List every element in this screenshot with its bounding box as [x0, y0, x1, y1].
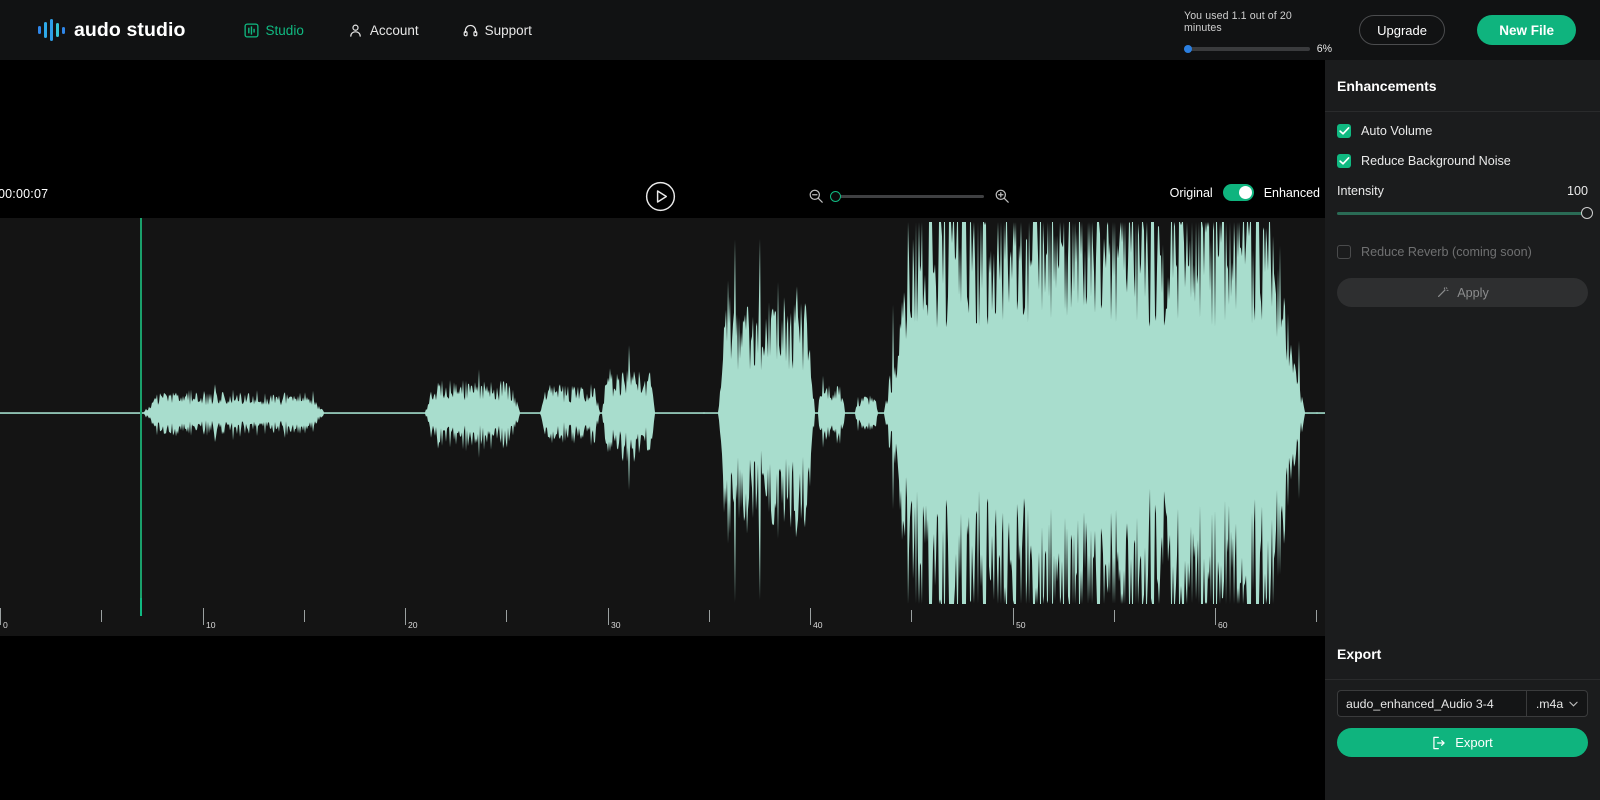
check-icon: [1338, 157, 1350, 165]
export-filename-input[interactable]: audo_enhanced_Audio 3-4: [1337, 690, 1526, 717]
intensity-value: 100: [1566, 184, 1588, 198]
apply-button[interactable]: Apply: [1337, 278, 1588, 307]
export-filename-row: audo_enhanced_Audio 3-4 .m4a: [1337, 690, 1588, 717]
ruler-tick: [810, 608, 811, 625]
intensity-slider-handle[interactable]: [1581, 207, 1593, 219]
nav-item-account-label: Account: [369, 22, 419, 38]
new-file-button[interactable]: New File: [1477, 15, 1576, 45]
right-sidebar: Enhancements Auto Volume Reduce Backgrou…: [1325, 60, 1600, 800]
export-icon: [1433, 736, 1445, 749]
playhead-line[interactable]: [140, 218, 142, 608]
nav-item-studio[interactable]: Studio: [244, 23, 304, 38]
magic-wand-icon: [1438, 287, 1449, 298]
export-button[interactable]: Export: [1337, 728, 1588, 757]
toggle-original-label: Original: [1169, 185, 1213, 200]
export-button-label: Export: [1455, 735, 1493, 750]
audo-studio-app: audo studio Studio Account Support You u…: [0, 0, 1600, 800]
ruler-tick: [203, 608, 204, 625]
main-nav: Studio Account Support: [244, 23, 532, 38]
editor-area: 00:00:07 Original Enhanced 0 10 20 30 40…: [0, 60, 1325, 800]
auto-volume-checkbox[interactable]: [1337, 124, 1351, 138]
export-format-value: .m4a: [1535, 696, 1564, 711]
zoom-slider-track[interactable]: [830, 190, 984, 202]
usage-progress-track: [1184, 45, 1310, 53]
zoom-slider-handle[interactable]: [830, 190, 841, 202]
ruler-tick-label: 10: [206, 620, 216, 630]
option-auto-volume[interactable]: Auto Volume: [1337, 124, 1588, 138]
reduce-reverb-label: Reduce Reverb (coming soon): [1361, 245, 1532, 259]
ruler-tick: [1316, 610, 1317, 622]
check-icon: [1338, 127, 1350, 135]
upgrade-button[interactable]: Upgrade: [1359, 15, 1445, 45]
toggle-enhanced-label: Enhanced: [1263, 185, 1320, 200]
zoom-controls: [808, 188, 1010, 204]
ruler-tick-label: 30: [611, 620, 621, 630]
chevron-down-icon: [1569, 701, 1578, 707]
intensity-label: Intensity: [1337, 184, 1384, 198]
headset-icon: [463, 23, 478, 38]
ruler-tick: [608, 608, 609, 625]
ruler-tick: [911, 610, 912, 622]
player-toolbar: 00:00:07 Original Enhanced: [0, 60, 1325, 218]
ruler-tick: [506, 610, 507, 622]
apply-button-label: Apply: [1457, 285, 1489, 300]
ruler-tick-label: 20: [408, 620, 418, 630]
play-circle-icon: [645, 181, 676, 212]
ruler-tick-label: 40: [813, 620, 823, 630]
reduce-background-noise-label: Reduce Background Noise: [1361, 154, 1511, 168]
timeline-ruler[interactable]: 0 10 20 30 40 50 60: [0, 598, 1325, 636]
ruler-tick: [0, 608, 1, 625]
brand-logo[interactable]: audo studio: [38, 19, 186, 42]
nav-item-studio-label: Studio: [265, 22, 304, 38]
person-icon: [348, 23, 363, 38]
zoom-out-icon[interactable]: [808, 188, 824, 204]
option-reduce-reverb: Reduce Reverb (coming soon): [1337, 245, 1588, 259]
nav-item-support-label: Support: [484, 22, 532, 38]
studio-icon: [244, 22, 259, 38]
intensity-row: Intensity 100: [1337, 184, 1588, 198]
ruler-tick: [101, 610, 102, 622]
export-title: Export: [1337, 645, 1382, 662]
usage-progress-row: 6%: [1184, 43, 1332, 55]
ruler-tick: [405, 608, 406, 625]
nav-item-account[interactable]: Account: [348, 23, 419, 38]
original-enhanced-toggle: Original Enhanced: [1170, 184, 1320, 201]
enhanced-toggle-switch[interactable]: [1222, 184, 1254, 201]
waveform-canvas[interactable]: [0, 218, 1325, 608]
playhead-ruler-marker: [140, 598, 142, 616]
enhancements-body: Auto Volume Reduce Background Noise Inte…: [1325, 112, 1600, 307]
audio-bars-logo-icon: [38, 19, 65, 41]
export-body: audo_enhanced_Audio 3-4 .m4a Export: [1337, 690, 1588, 757]
zoom-in-icon[interactable]: [994, 188, 1010, 204]
ruler-tick: [1013, 608, 1014, 625]
waveform-path: [0, 222, 1325, 604]
audio-waveform: [0, 222, 1325, 604]
export-header: Export: [1325, 628, 1600, 680]
usage-text: You used 1.1 out of 20 minutes: [1184, 10, 1292, 34]
playhead-timecode: 00:00:07: [0, 187, 49, 201]
export-format-select[interactable]: .m4a: [1526, 690, 1588, 717]
enhancements-header: Enhancements: [1325, 60, 1600, 112]
ruler-tick: [709, 610, 710, 622]
ruler-tick-label: 50: [1016, 620, 1026, 630]
reduce-background-noise-checkbox[interactable]: [1337, 154, 1351, 168]
usage-progress-indicator: [1184, 45, 1192, 53]
auto-volume-label: Auto Volume: [1361, 124, 1433, 138]
intensity-slider-track[interactable]: [1337, 207, 1593, 219]
toggle-knob: [1238, 186, 1252, 199]
reduce-reverb-checkbox: [1337, 245, 1351, 259]
brand-name: audo studio: [73, 18, 186, 41]
ruler-tick-label: 0: [3, 620, 8, 630]
usage-meter: You used 1.1 out of 20 minutes 6%: [1184, 10, 1332, 55]
ruler-tick: [1215, 608, 1216, 625]
usage-percent-label: 6%: [1316, 43, 1332, 55]
nav-item-support[interactable]: Support: [463, 23, 532, 38]
ruler-tick-label: 60: [1218, 620, 1228, 630]
top-navigation-bar: audo studio Studio Account Support You u…: [0, 0, 1600, 60]
option-reduce-background-noise[interactable]: Reduce Background Noise: [1337, 154, 1588, 168]
play-button[interactable]: [645, 181, 676, 212]
ruler-tick: [304, 610, 305, 622]
ruler-tick: [1114, 610, 1115, 622]
enhancements-title: Enhancements: [1337, 77, 1437, 94]
